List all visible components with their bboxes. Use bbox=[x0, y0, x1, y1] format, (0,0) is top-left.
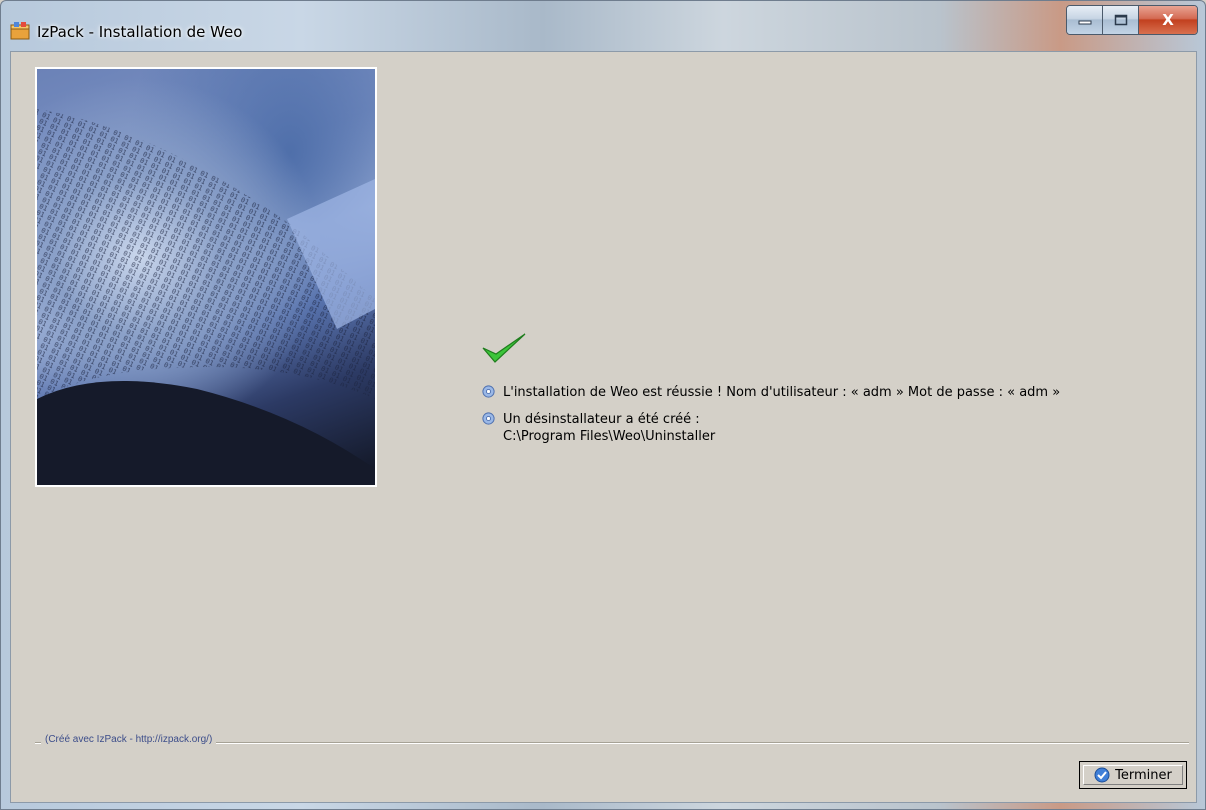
message-uninstaller: Un désinstallateur a été créé : bbox=[481, 411, 700, 427]
maximize-button[interactable] bbox=[1103, 6, 1139, 34]
installer-window: IzPack - Installation de Weo X 01 bbox=[0, 0, 1206, 810]
close-icon: X bbox=[1162, 11, 1174, 29]
green-checkmark-icon bbox=[482, 333, 526, 363]
izpack-app-icon bbox=[10, 22, 30, 40]
uninstaller-path: C:\Program Files\Weo\Uninstaller bbox=[503, 429, 716, 444]
gear-icon bbox=[482, 385, 495, 398]
uninstaller-text: Un désinstallateur a été créé : bbox=[503, 412, 700, 427]
gear-icon bbox=[482, 412, 495, 425]
finish-check-icon bbox=[1094, 767, 1110, 783]
close-button[interactable]: X bbox=[1139, 6, 1197, 34]
installer-content: 01 L'installation de Weo est réussie ! N… bbox=[10, 51, 1197, 803]
window-controls: X bbox=[1066, 5, 1198, 35]
window-title: IzPack - Installation de Weo bbox=[37, 23, 243, 41]
side-image: 01 bbox=[35, 67, 377, 487]
binary-data-sheet-image: 01 bbox=[37, 109, 375, 485]
title-bar[interactable]: IzPack - Installation de Weo X bbox=[1, 1, 1205, 51]
minimize-button[interactable] bbox=[1067, 6, 1103, 34]
terminer-button-face: Terminer bbox=[1083, 765, 1183, 785]
success-text: L'installation de Weo est réussie ! Nom … bbox=[503, 385, 1061, 400]
message-success: L'installation de Weo est réussie ! Nom … bbox=[481, 384, 1060, 400]
maximize-icon bbox=[1114, 14, 1127, 26]
izpack-credit: (Créé avec IzPack - http://izpack.org/) bbox=[41, 734, 217, 745]
minimize-icon bbox=[1078, 20, 1091, 25]
terminer-label: Terminer bbox=[1115, 767, 1172, 783]
terminer-button[interactable]: Terminer bbox=[1079, 761, 1187, 789]
